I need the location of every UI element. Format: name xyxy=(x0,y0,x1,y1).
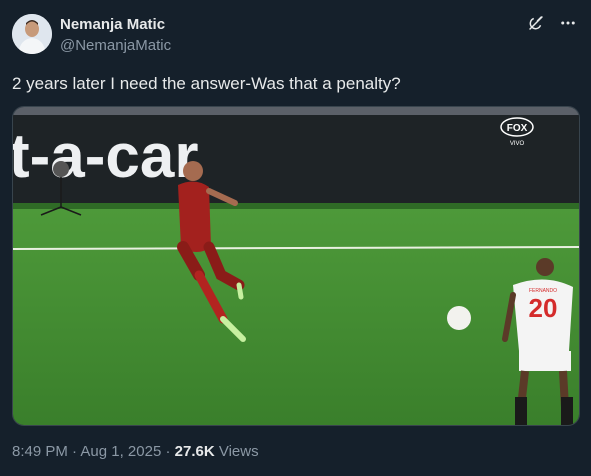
svg-text:VIVO: VIVO xyxy=(510,141,525,147)
author-handle[interactable]: @NemanjaMatic xyxy=(60,37,171,54)
avatar[interactable] xyxy=(12,14,52,54)
banner-text: t-a-car xyxy=(13,122,199,191)
ball xyxy=(447,306,471,330)
author-name[interactable]: Nemanja Matic xyxy=(60,16,165,33)
tweet-date[interactable]: Aug 1, 2025 xyxy=(80,443,161,460)
video-frame: t-a-car FOX VIVO 20 FERNANDO xyxy=(13,107,579,425)
svg-text:FERNANDO: FERNANDO xyxy=(529,288,557,294)
views-count[interactable]: 27.6K xyxy=(175,443,215,460)
tweet-meta: 8:49 PM · Aug 1, 2025 · 27.6K Views xyxy=(12,443,259,460)
tweet-video[interactable]: t-a-car FOX VIVO 20 FERNANDO xyxy=(12,106,580,426)
grok-icon[interactable] xyxy=(527,14,545,32)
tweet-time[interactable]: 8:49 PM xyxy=(12,443,68,460)
meta-separator: · xyxy=(165,443,171,460)
svg-text:20: 20 xyxy=(529,293,558,323)
meta-separator: · xyxy=(72,443,78,460)
views-label: Views xyxy=(218,443,259,460)
svg-text:FOX: FOX xyxy=(507,123,528,134)
tweet-text: 2 years later I need the answer-Was that… xyxy=(12,74,401,93)
avatar-image xyxy=(12,14,52,54)
more-options-icon[interactable] xyxy=(559,14,577,32)
